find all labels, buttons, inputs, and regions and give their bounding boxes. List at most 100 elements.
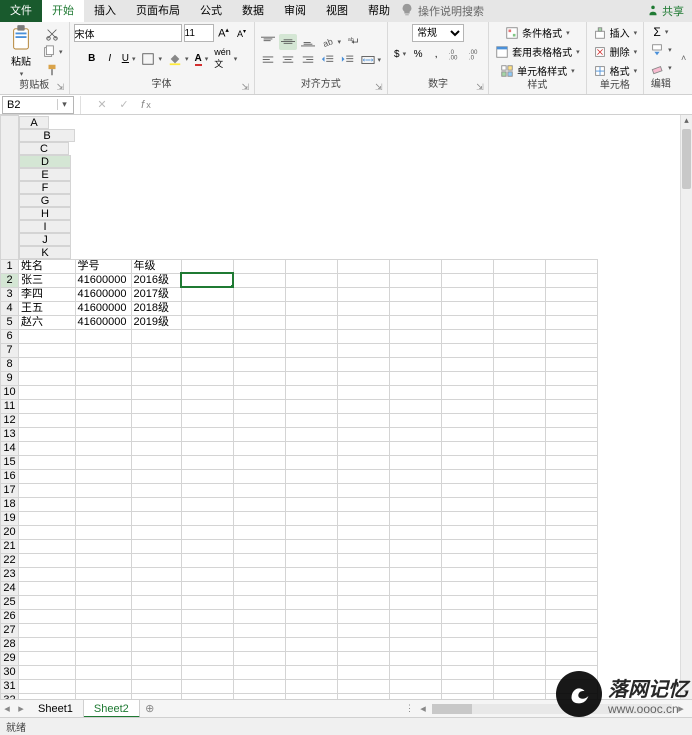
cell-I29[interactable] [441, 651, 493, 665]
cell-I28[interactable] [441, 637, 493, 651]
cell-A7[interactable] [19, 343, 76, 357]
cell-I22[interactable] [441, 553, 493, 567]
cell-C24[interactable] [131, 581, 181, 595]
row-header-1[interactable]: 1 [1, 259, 19, 273]
currency-button[interactable]: $▾ [392, 46, 408, 62]
cell-J19[interactable] [493, 511, 545, 525]
cell-J26[interactable] [493, 609, 545, 623]
cell-E27[interactable] [233, 623, 285, 637]
cell-K12[interactable] [545, 413, 597, 427]
cell-C13[interactable] [131, 427, 181, 441]
cell-F32[interactable] [285, 693, 337, 699]
cell-G15[interactable] [337, 455, 389, 469]
autosum-button[interactable]: Σ▾ [651, 24, 670, 40]
cell-C2[interactable]: 2016级 [131, 273, 181, 287]
cell-G10[interactable] [337, 385, 389, 399]
inc-indent-button[interactable] [339, 52, 357, 68]
cell-D25[interactable] [181, 595, 233, 609]
row-header-7[interactable]: 7 [1, 343, 19, 357]
cell-I3[interactable] [441, 287, 493, 301]
align-middle-button[interactable] [279, 34, 297, 50]
dec-decimal-button[interactable]: .00.0 [466, 46, 484, 62]
tab-view[interactable]: 视图 [316, 0, 358, 22]
cell-C25[interactable] [131, 595, 181, 609]
cell-B6[interactable] [75, 329, 131, 343]
cell-E23[interactable] [233, 567, 285, 581]
cell-I30[interactable] [441, 665, 493, 679]
cell-H14[interactable] [389, 441, 441, 455]
cell-B24[interactable] [75, 581, 131, 595]
cell-K4[interactable] [545, 301, 597, 315]
row-header-10[interactable]: 10 [1, 385, 19, 399]
cell-D26[interactable] [181, 609, 233, 623]
cell-C32[interactable] [131, 693, 181, 699]
cell-D22[interactable] [181, 553, 233, 567]
cell-B32[interactable] [75, 693, 131, 699]
cell-D6[interactable] [181, 329, 233, 343]
cell-J24[interactable] [493, 581, 545, 595]
col-header-I[interactable]: I [19, 220, 71, 233]
cell-E22[interactable] [233, 553, 285, 567]
cell-E17[interactable] [233, 483, 285, 497]
cell-K27[interactable] [545, 623, 597, 637]
cell-A1[interactable]: 姓名 [19, 259, 76, 273]
cell-A14[interactable] [19, 441, 76, 455]
cell-F12[interactable] [285, 413, 337, 427]
cell-C29[interactable] [131, 651, 181, 665]
cell-H17[interactable] [389, 483, 441, 497]
cell-B27[interactable] [75, 623, 131, 637]
cell-B20[interactable] [75, 525, 131, 539]
cell-E24[interactable] [233, 581, 285, 595]
cell-K13[interactable] [545, 427, 597, 441]
row-header-2[interactable]: 2 [1, 273, 19, 287]
cell-F30[interactable] [285, 665, 337, 679]
cell-E2[interactable] [233, 273, 285, 287]
col-header-F[interactable]: F [19, 181, 71, 194]
confirm-edit-button[interactable]: ✓ [116, 97, 132, 113]
cell-K10[interactable] [545, 385, 597, 399]
cell-B5[interactable]: 41600000 [75, 315, 131, 329]
cell-E4[interactable] [233, 301, 285, 315]
cell-K22[interactable] [545, 553, 597, 567]
cell-E9[interactable] [233, 371, 285, 385]
cell-D16[interactable] [181, 469, 233, 483]
cell-K2[interactable] [545, 273, 597, 287]
merge-button[interactable]: ▾ [359, 52, 384, 68]
cell-C27[interactable] [131, 623, 181, 637]
cell-B17[interactable] [75, 483, 131, 497]
cell-J15[interactable] [493, 455, 545, 469]
row-header-23[interactable]: 23 [1, 567, 19, 581]
cell-D11[interactable] [181, 399, 233, 413]
tab-review[interactable]: 审阅 [274, 0, 316, 22]
sheet-add-button[interactable]: ⊕ [140, 702, 160, 715]
cell-I24[interactable] [441, 581, 493, 595]
cell-H6[interactable] [389, 329, 441, 343]
cell-A6[interactable] [19, 329, 76, 343]
align-left-button[interactable] [259, 52, 277, 68]
cell-I18[interactable] [441, 497, 493, 511]
cell-C18[interactable] [131, 497, 181, 511]
cell-H32[interactable] [389, 693, 441, 699]
cell-J11[interactable] [493, 399, 545, 413]
cell-H10[interactable] [389, 385, 441, 399]
horizontal-scrollbar[interactable] [432, 704, 672, 714]
font-size-combo[interactable] [184, 24, 214, 42]
cell-A12[interactable] [19, 413, 76, 427]
cell-C30[interactable] [131, 665, 181, 679]
cell-F24[interactable] [285, 581, 337, 595]
cell-K18[interactable] [545, 497, 597, 511]
row-header-31[interactable]: 31 [1, 679, 19, 693]
cell-K26[interactable] [545, 609, 597, 623]
cell-G32[interactable] [337, 693, 389, 699]
cell-A28[interactable] [19, 637, 76, 651]
cell-A8[interactable] [19, 357, 76, 371]
cell-G28[interactable] [337, 637, 389, 651]
cell-D7[interactable] [181, 343, 233, 357]
cell-I17[interactable] [441, 483, 493, 497]
cell-A13[interactable] [19, 427, 76, 441]
col-header-J[interactable]: J [19, 233, 71, 246]
cell-B15[interactable] [75, 455, 131, 469]
col-header-C[interactable]: C [19, 142, 69, 155]
cell-G26[interactable] [337, 609, 389, 623]
cell-E10[interactable] [233, 385, 285, 399]
